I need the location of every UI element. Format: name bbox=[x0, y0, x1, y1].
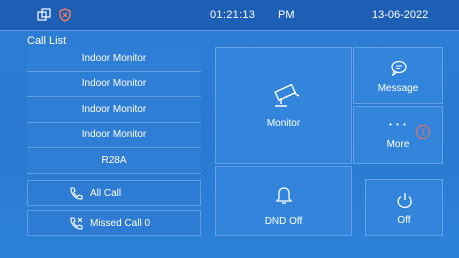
call-list-item[interactable]: Indoor Monitor bbox=[27, 47, 201, 72]
call-list: Indoor Monitor Indoor Monitor Indoor Mon… bbox=[27, 47, 201, 174]
call-list-item[interactable]: Indoor Monitor bbox=[27, 123, 201, 148]
off-tile[interactable]: Off bbox=[365, 179, 443, 236]
chat-bubble-icon bbox=[391, 60, 407, 76]
status-bar: 01:21:13 PM 13-06-2022 bbox=[0, 0, 459, 31]
off-label: Off bbox=[397, 215, 411, 226]
all-call-button[interactable]: All Call bbox=[27, 180, 201, 206]
missed-call-button[interactable]: Missed Call 0 bbox=[27, 210, 201, 236]
power-icon bbox=[397, 193, 412, 209]
monitor-tile[interactable]: Monitor bbox=[215, 47, 352, 164]
bell-icon bbox=[275, 187, 293, 204]
dnd-label: DND Off bbox=[264, 216, 303, 227]
windows-icon[interactable] bbox=[37, 8, 51, 22]
shield-icon[interactable] bbox=[58, 8, 72, 22]
more-tile[interactable]: • • • ! More bbox=[353, 106, 443, 164]
message-label: Message bbox=[377, 83, 419, 94]
phone-icon bbox=[70, 187, 83, 200]
clock-ampm: PM bbox=[278, 9, 295, 21]
clock-time: 01:21:13 bbox=[210, 9, 256, 21]
dnd-tile[interactable]: DND Off bbox=[215, 166, 352, 236]
message-tile[interactable]: Message bbox=[353, 47, 443, 104]
more-label: More bbox=[386, 139, 410, 150]
date-display: 13-06-2022 bbox=[372, 9, 429, 21]
camera-icon bbox=[274, 84, 300, 107]
call-list-item[interactable]: Indoor Monitor bbox=[27, 98, 201, 123]
monitor-label: Monitor bbox=[266, 118, 301, 129]
call-list-title: Call List bbox=[27, 35, 67, 47]
alert-badge: ! bbox=[416, 125, 430, 139]
call-list-item[interactable]: Indoor Monitor bbox=[27, 72, 201, 97]
call-list-item[interactable]: R28A bbox=[27, 149, 201, 174]
all-call-label: All Call bbox=[90, 188, 122, 199]
missed-call-icon bbox=[70, 217, 83, 230]
missed-call-label: Missed Call 0 bbox=[90, 218, 151, 229]
